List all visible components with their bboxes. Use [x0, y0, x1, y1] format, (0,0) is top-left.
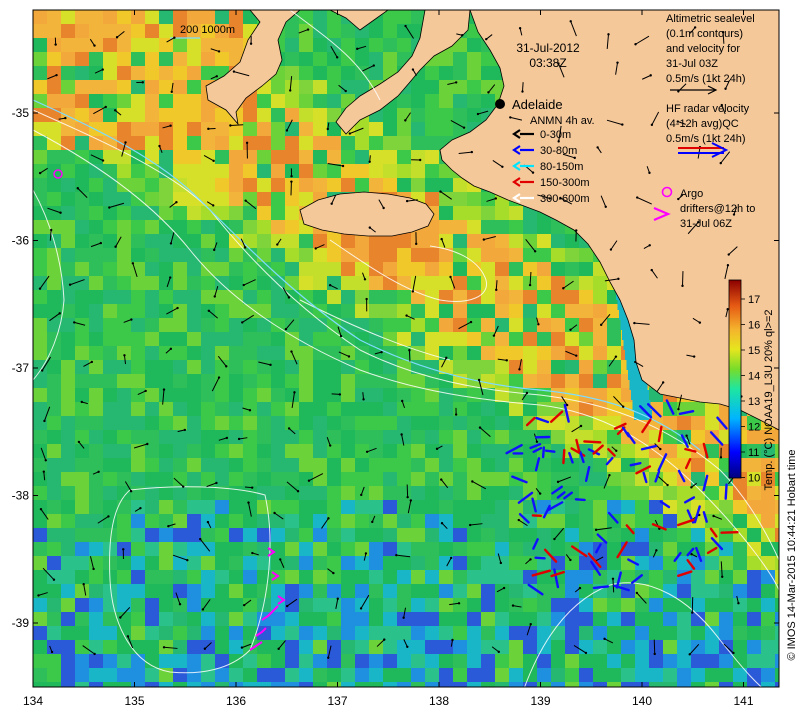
city-label-adelaide: Adelaide — [512, 97, 563, 112]
legend-anmn-title: ANMN 4h av. — [530, 115, 595, 127]
legend-altimetric-line5: 0.5m/s (1kt 24h) — [666, 73, 745, 85]
legend-drifters-line1: drifters@12h to — [680, 203, 755, 215]
legend-anmn-item-label: 0-30m — [540, 129, 571, 141]
time-label: 03:38Z — [529, 56, 566, 70]
x-tick-label: 135 — [124, 694, 144, 708]
map-figure: Adelaide 31-Jul-2012 03:38Z 200 1000m Al… — [0, 0, 800, 720]
isobath-scale-label: 200 1000m — [180, 24, 235, 36]
colorbar-title: Temp. (°C) NOAA19_L3U 20% ql>=2 — [763, 309, 775, 490]
colorbar-tick-label: 13 — [748, 396, 760, 408]
colorbar-ramp — [728, 279, 742, 479]
y-tick-label: -35 — [12, 106, 30, 120]
y-tick-label: -36 — [12, 234, 30, 248]
colorbar-tick-label: 16 — [748, 320, 760, 332]
legend-altimetric-line1: Altimetric sealevel — [666, 13, 755, 25]
legend-altimetric-line2: (0.1m contours) — [666, 28, 743, 40]
legend-anmn-item-label: 80-150m — [540, 161, 583, 173]
legend-anmn-item-label: 150-300m — [540, 177, 590, 189]
legend-anmn-item-label: 30-80m — [540, 145, 577, 157]
colorbar-tick-label: 11 — [748, 447, 759, 459]
legend-hf-line1: HF radar velocity — [666, 103, 750, 115]
sst-field: Adelaide 31-Jul-2012 03:38Z 200 1000m Al… — [33, 10, 779, 687]
date-label: 31-Jul-2012 — [516, 41, 580, 55]
colorbar-tick-label: 10 — [748, 473, 760, 485]
y-tick-label: -39 — [12, 616, 30, 630]
legend-hf-line3: 0.5m/s (1kt 24h) — [666, 133, 745, 145]
colorbar-tick-label: 17 — [748, 294, 760, 306]
y-tick-label: -38 — [12, 489, 30, 503]
legend-altimetric-line3: and velocity for — [666, 43, 740, 55]
legend-drifters-line2: 31-Jul 06Z — [680, 218, 732, 230]
legend-altimetric-line4: 31-Jul 03Z — [666, 58, 718, 70]
legend-argo-label: Argo — [680, 188, 703, 200]
sst-map: Adelaide 31-Jul-2012 03:38Z 200 1000m Al… — [12, 9, 798, 708]
x-tick-label: 136 — [226, 694, 246, 708]
x-tick-label: 137 — [327, 694, 347, 708]
x-tick-label: 139 — [530, 694, 550, 708]
colorbar-tick-label: 15 — [748, 345, 760, 357]
legend-anmn-item-label: 300-600m — [540, 193, 590, 205]
colorbar-tick-label: 14 — [748, 371, 760, 383]
colorbar-tick-label: 12 — [748, 422, 760, 434]
credit-text: © IMOS 14-Mar-2015 10:44:21 Hobart time — [786, 449, 798, 660]
x-tick-label: 134 — [23, 694, 43, 708]
x-tick-label: 141 — [733, 694, 753, 708]
x-tick-label: 138 — [429, 694, 449, 708]
legend-hf-line2: (4-12h avg)QC — [666, 118, 739, 130]
x-tick-label: 140 — [632, 694, 652, 708]
y-tick-label: -37 — [12, 361, 30, 375]
city-marker-adelaide — [495, 99, 505, 109]
